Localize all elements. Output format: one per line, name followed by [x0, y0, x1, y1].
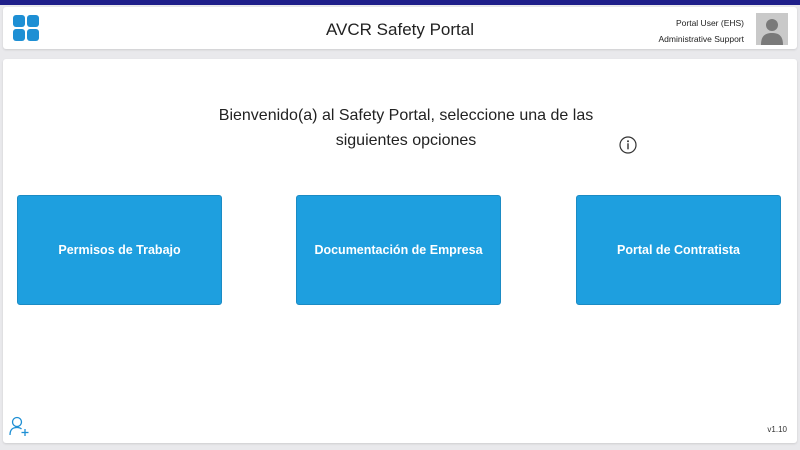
tile-documentacion-de-empresa[interactable]: Documentación de Empresa	[296, 195, 501, 305]
user-info: Portal User (EHS) Administrative Support	[658, 15, 744, 47]
tile-permisos-de-trabajo[interactable]: Permisos de Trabajo	[17, 195, 222, 305]
info-icon[interactable]	[619, 136, 637, 154]
main-content: Bienvenido(a) al Safety Portal, seleccio…	[3, 59, 797, 443]
apps-grid-icon[interactable]	[13, 15, 39, 41]
user-avatar-icon[interactable]	[756, 13, 788, 45]
user-name: Portal User (EHS)	[675, 18, 744, 28]
tile-label: Documentación de Empresa	[314, 243, 483, 257]
app-version: v1.10	[767, 425, 787, 434]
welcome-line-2: siguientes opciones	[335, 132, 477, 149]
welcome-message: Bienvenido(a) al Safety Portal, seleccio…	[201, 103, 611, 153]
top-accent-stripe	[0, 0, 800, 5]
app-header: AVCR Safety Portal Portal User (EHS) Adm…	[3, 7, 797, 49]
tile-label: Portal de Contratista	[617, 243, 740, 257]
add-user-icon[interactable]	[8, 415, 30, 437]
tile-label: Permisos de Trabajo	[58, 243, 181, 257]
welcome-line-1: Bienvenido(a) al Safety Portal, seleccio…	[218, 107, 594, 124]
tile-portal-de-contratista[interactable]: Portal de Contratista	[576, 195, 781, 305]
user-role: Administrative Support	[658, 34, 744, 44]
